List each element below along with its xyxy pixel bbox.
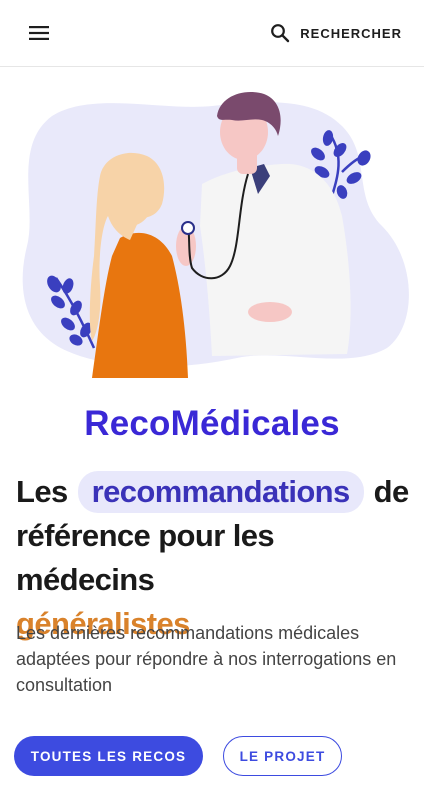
doctor-patient-illustration [22, 92, 409, 378]
search-icon [271, 24, 290, 43]
headline-part3: référence pour les médecins [16, 518, 275, 597]
search-button[interactable]: RECHERCHER [270, 18, 402, 48]
lead-text: Les dernières recommandations médicales … [16, 623, 397, 695]
brand-title: RecoMédicales [84, 404, 340, 443]
top-app-bar: RECHERCHER [0, 0, 424, 67]
headline-part2: de [373, 474, 410, 509]
project-button[interactable]: LE PROJET [223, 736, 342, 776]
hero-illustration [12, 86, 412, 378]
hamburger-icon [29, 26, 49, 40]
menu-button[interactable] [20, 14, 58, 52]
all-recos-button[interactable]: TOUTES LES RECOS [14, 736, 203, 776]
search-label: RECHERCHER [300, 25, 402, 41]
headline-highlight: recommandations [77, 471, 364, 513]
headline-part1: Les [16, 474, 68, 509]
